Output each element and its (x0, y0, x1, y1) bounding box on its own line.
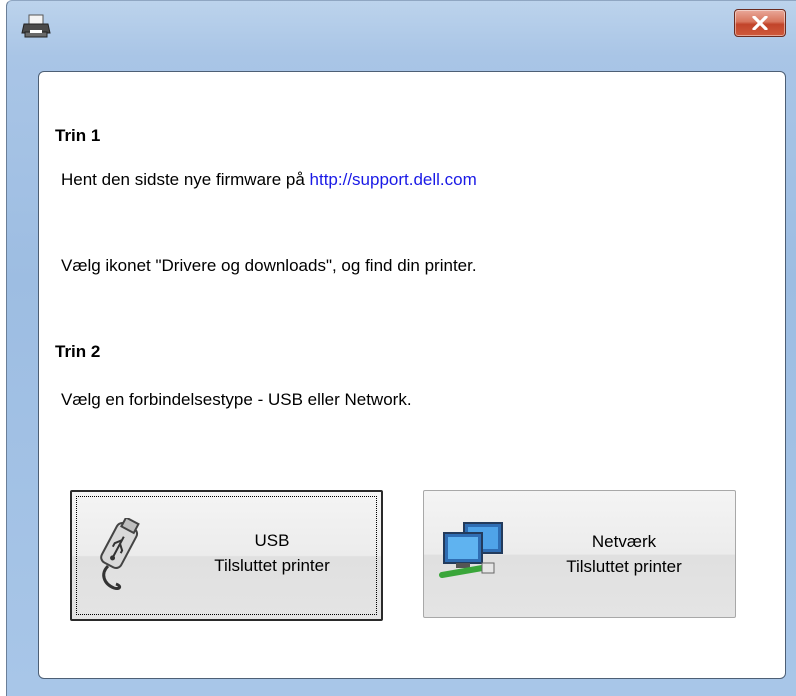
dialog-window: Trin 1 Hent den sidste nye firmware på h… (6, 0, 796, 696)
network-button-title: Netværk (591, 532, 657, 551)
usb-button-label: USB Tilsluttet printer (177, 528, 367, 578)
printer-icon (21, 13, 53, 41)
step1-instruction: Vælg ikonet "Drivere og downloads", og f… (61, 256, 477, 275)
network-connection-button[interactable]: Netværk Tilsluttet printer (423, 490, 736, 618)
step2-instruction: Vælg en forbindelsestype - USB eller Net… (61, 390, 412, 409)
close-button[interactable] (734, 9, 786, 37)
step1-text-prefix: Hent den sidste nye firmware på (61, 170, 310, 189)
title-bar[interactable] (7, 1, 796, 61)
close-icon (752, 16, 768, 30)
usb-button-subtitle: Tilsluttet printer (214, 556, 330, 575)
network-button-label: Netværk Tilsluttet printer (529, 529, 719, 579)
usb-button-title: USB (254, 531, 290, 550)
step2-heading: Trin 2 (55, 342, 101, 361)
support-link[interactable]: http://support.dell.com (310, 170, 477, 189)
step1-firmware-text: Hent den sidste nye firmware på http://s… (61, 170, 477, 190)
network-computers-icon (438, 519, 510, 588)
dialog-content: Trin 1 Hent den sidste nye firmware på h… (38, 71, 786, 679)
step1-heading: Trin 1 (55, 126, 101, 145)
usb-drive-icon (86, 516, 150, 599)
usb-connection-button[interactable]: USB Tilsluttet printer (70, 490, 383, 621)
network-button-subtitle: Tilsluttet printer (566, 557, 682, 576)
